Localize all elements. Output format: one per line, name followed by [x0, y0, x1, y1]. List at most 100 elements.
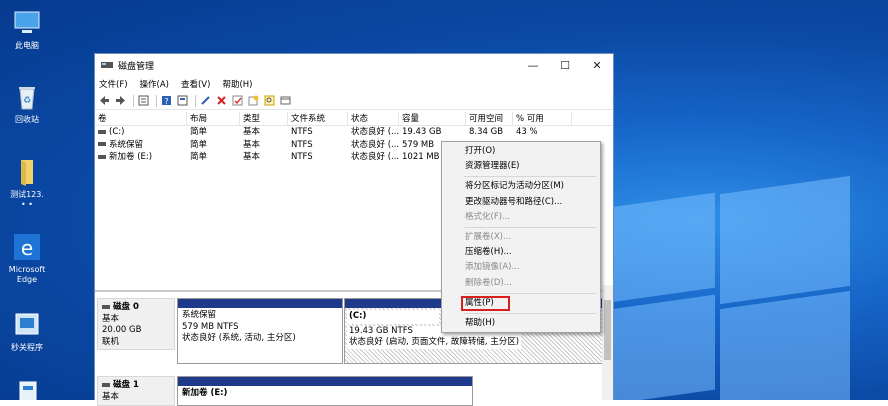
column-header[interactable]: 状态 [348, 112, 399, 125]
cell-filesystem: NTFS [291, 127, 313, 137]
desktop-icon-app[interactable]: 秒关程序 [0, 310, 54, 353]
search-icon[interactable] [263, 94, 276, 107]
windows-logo-wallpaper [610, 175, 850, 400]
disk-view-scrollbar[interactable] [602, 285, 613, 400]
new-icon[interactable] [247, 94, 260, 107]
menu-item-format: 格式化(F)... [465, 211, 511, 222]
drive-icon [98, 142, 106, 146]
drive-icon [98, 154, 106, 159]
cell-volume: (C:) [109, 127, 125, 137]
desktop-icon-partial[interactable] [0, 378, 54, 400]
disk-0-label[interactable]: 磁盘 0 基本 20.00 GB 联机 [97, 298, 175, 350]
window-title: 磁盘管理 [118, 61, 155, 72]
partition-status: 状态良好 (启动, 页面文件, 故障转储, 主分区) [349, 337, 520, 347]
recycle-bin-icon: ♻ [12, 82, 42, 112]
table-row[interactable]: (C:) 简单 基本 NTFS 状态良好 (... 19.43 GB 8.34 … [95, 126, 613, 139]
desktop-icon-label: 测试123. [10, 190, 44, 199]
svg-text:♻: ♻ [23, 96, 31, 106]
drive-icon [98, 129, 106, 134]
app-icon [12, 378, 42, 400]
partition-e[interactable]: 新加卷 (E:) [177, 376, 473, 406]
menu-item-properties[interactable]: 属性(P) [442, 295, 600, 311]
this-pc-icon [12, 8, 42, 38]
disk-1-label[interactable]: 磁盘 1 基本 [97, 376, 175, 406]
column-header[interactable]: 文件系统 [288, 112, 348, 125]
menu-view[interactable]: 查看(V) [181, 78, 210, 90]
partition-size: 579 MB NTFS [182, 321, 239, 332]
desktop-icon-edge[interactable]: e Microsoft Edge [0, 232, 54, 285]
menu-item-add-mirror: 添加镜像(A)... [465, 262, 520, 273]
disk-management-icon [101, 62, 113, 68]
column-header[interactable]: 布局 [187, 112, 240, 125]
desktop-icon-label-2: Edge [16, 275, 38, 284]
cell-percent-free: 43 % [516, 127, 538, 137]
help-icon[interactable]: ? [160, 94, 173, 107]
disk-status: 联机 [102, 336, 120, 347]
menu-item-mark-active[interactable]: 将分区标记为活动分区(M) [442, 179, 600, 194]
view-icon[interactable] [279, 94, 292, 107]
disk-type: 基本 [102, 313, 120, 324]
folder-icon [12, 157, 42, 187]
delete-icon[interactable] [215, 94, 228, 107]
cell-capacity: 19.43 GB [402, 127, 442, 137]
desktop-icon-folder[interactable]: 测试123. • • [0, 157, 54, 210]
list-icon[interactable] [137, 94, 150, 107]
disk-icon [102, 382, 110, 387]
disk-type: 基本 [102, 391, 120, 402]
menu-item-shrink-volume[interactable]: 压缩卷(H)... [442, 245, 600, 260]
minimize-button[interactable]: — [517, 54, 549, 76]
partition-name: 系统保留 [182, 310, 217, 320]
connect-icon[interactable] [199, 94, 212, 107]
column-header[interactable]: 容量 [399, 112, 466, 125]
column-header[interactable]: 可用空间 [466, 112, 513, 125]
menu-item-extend-volume: 扩展卷(X)... [465, 231, 512, 242]
partition-system-reserved[interactable]: 系统保留 579 MB NTFS 状态良好 (系统, 活动, 主分区) [177, 298, 343, 364]
cell-volume: 新加卷 (E:) [109, 152, 153, 162]
menu-file[interactable]: 文件(F) [99, 78, 128, 90]
cell-layout: 简单 [190, 127, 208, 137]
cell-layout: 简单 [190, 152, 208, 162]
close-button[interactable]: ✕ [581, 54, 613, 76]
column-header[interactable]: 卷 [95, 112, 187, 125]
menu-item-explorer[interactable]: 资源管理器(E) [442, 159, 600, 174]
toolbar: ? [95, 92, 613, 110]
highlight-box [461, 295, 510, 311]
svg-text:?: ? [164, 97, 168, 106]
back-icon[interactable] [98, 94, 111, 107]
desktop-icon-label: 回收站 [15, 115, 39, 124]
check-icon[interactable] [231, 94, 244, 107]
column-header[interactable]: 类型 [240, 112, 288, 125]
menu-help[interactable]: 帮助(H) [222, 78, 252, 90]
desktop-icon-label: 此电脑 [15, 41, 39, 50]
menu-separator [464, 292, 596, 294]
svg-text:e: e [21, 236, 33, 260]
cell-type: 基本 [243, 152, 261, 162]
cell-filesystem: NTFS [291, 152, 313, 162]
cell-layout: 简单 [190, 139, 208, 150]
cell-status: 状态良好 (... [351, 127, 399, 137]
desktop-icon-recycle-bin[interactable]: ♻ 回收站 [0, 82, 54, 125]
menu-action[interactable]: 操作(A) [140, 78, 169, 90]
disk-size: 20.00 GB [102, 325, 142, 335]
scrollbar-thumb[interactable] [604, 300, 611, 360]
menu-item-open[interactable]: 打开(O) [442, 144, 600, 159]
disk-name: 磁盘 0 [113, 302, 139, 312]
cell-free-space: 8.34 GB [469, 127, 504, 137]
cell-volume: 系统保留 [109, 139, 144, 150]
menu-item-help[interactable]: 帮助(H) [442, 316, 600, 331]
menu-separator [464, 312, 596, 314]
column-header[interactable]: % 可用 [513, 112, 572, 125]
menu-bar: 文件(F) 操作(A) 查看(V) 帮助(H) [95, 76, 613, 92]
disk-name: 磁盘 1 [113, 380, 139, 390]
edge-icon: e [12, 232, 42, 262]
menu-item-delete-volume: 删除卷(D)... [465, 277, 512, 288]
title-bar[interactable]: 磁盘管理 — ☐ ✕ [95, 54, 613, 76]
volume-list-header: 卷 布局 类型 文件系统 状态 容量 可用空间 % 可用 [95, 112, 613, 126]
maximize-button[interactable]: ☐ [549, 54, 581, 76]
forward-icon[interactable] [114, 94, 127, 107]
desktop-icon-this-pc[interactable]: 此电脑 [0, 8, 54, 51]
properties-icon[interactable] [176, 94, 189, 107]
menu-item-change-drive-letter[interactable]: 更改驱动器号和路径(C)... [442, 195, 600, 210]
cell-status: 状态良好 (... [351, 152, 399, 162]
partition-status: 状态良好 (系统, 活动, 主分区) [182, 333, 296, 343]
